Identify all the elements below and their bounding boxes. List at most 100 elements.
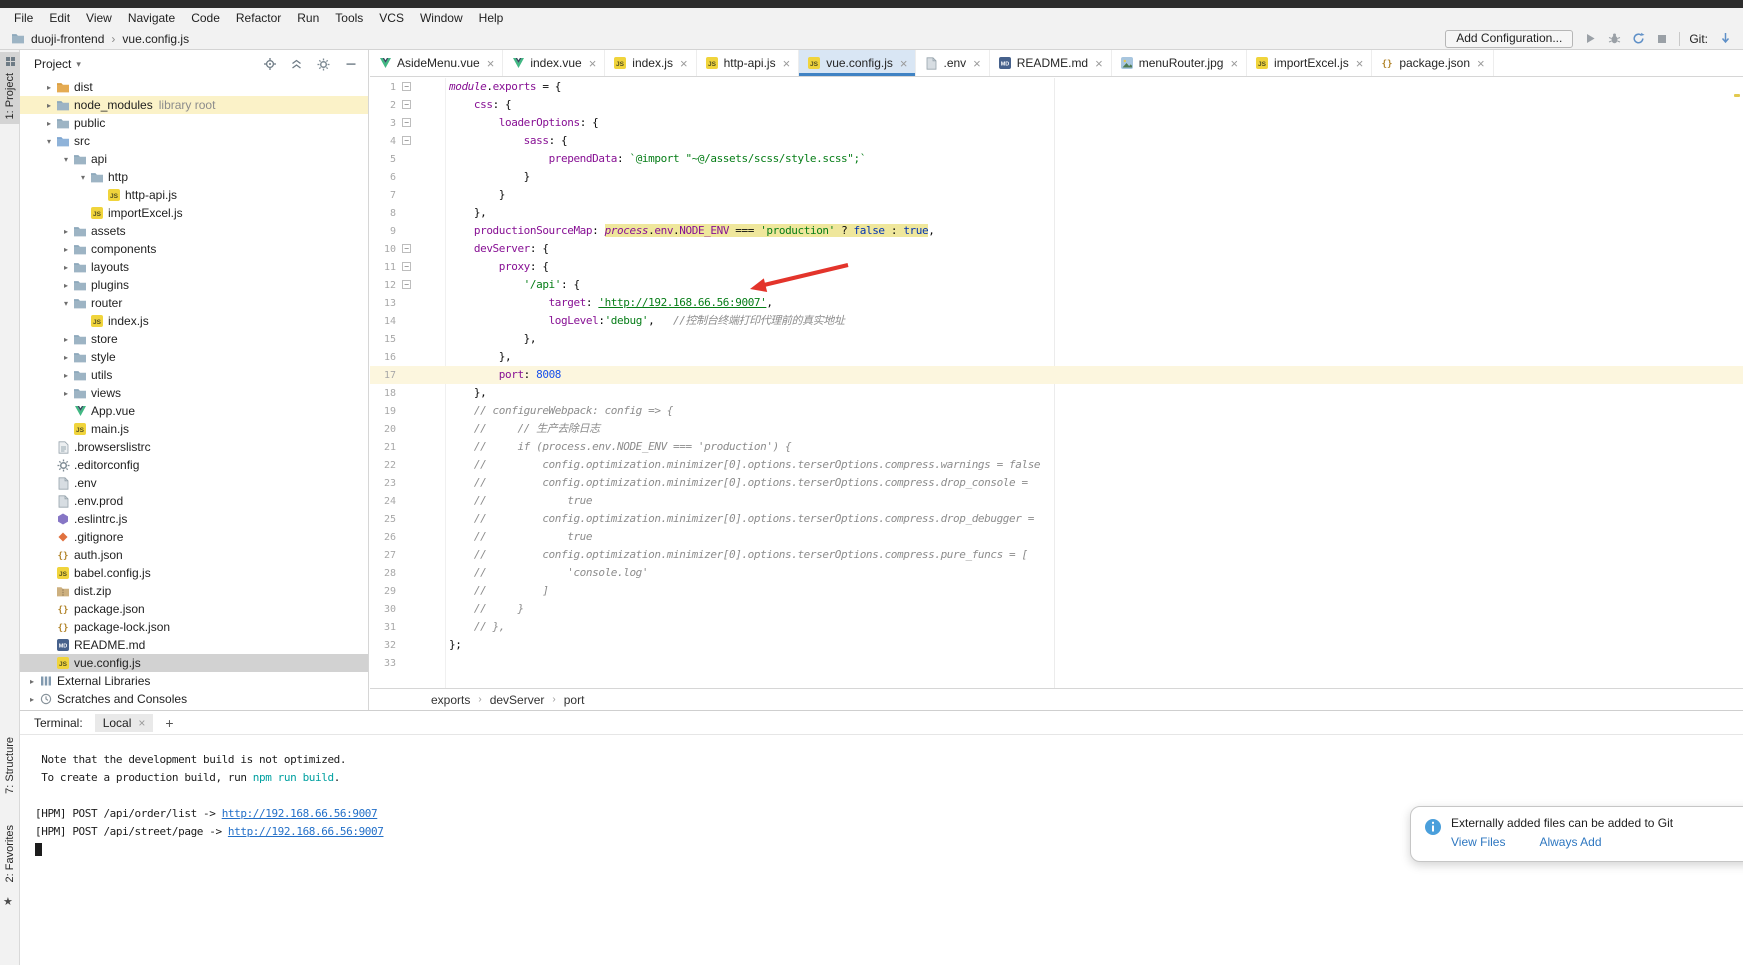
tree-item-package-json[interactable]: {}package.json [20,600,368,618]
close-icon[interactable]: × [138,716,145,730]
chevron-collapsed-icon[interactable]: ▸ [60,353,72,362]
tree-item-http-api-js[interactable]: JShttp-api.js [20,186,368,204]
chevron-collapsed-icon[interactable]: ▸ [60,335,72,344]
chevron-collapsed-icon[interactable]: ▸ [60,263,72,272]
tree-item-env-prod[interactable]: .env.prod [20,492,368,510]
close-icon[interactable]: × [973,56,981,71]
chevron-collapsed-icon[interactable]: ▸ [60,371,72,380]
code-line-23[interactable]: 23 // config.optimization.minimizer[0].o… [370,474,1743,492]
chevron-collapsed-icon[interactable]: ▸ [60,389,72,398]
tree-item-http[interactable]: ▾http [20,168,368,186]
close-icon[interactable]: × [589,56,597,71]
tab-importexcel-js[interactable]: JSimportExcel.js× [1247,50,1372,76]
chevron-collapsed-icon[interactable]: ▸ [60,245,72,254]
menu-refactor[interactable]: Refactor [228,8,289,28]
menu-vcs[interactable]: VCS [371,8,412,28]
code-line-6[interactable]: 6 } [370,168,1743,186]
code-line-10[interactable]: 10− devServer: { [370,240,1743,258]
code-line-28[interactable]: 28 // 'console.log' [370,564,1743,582]
menu-file[interactable]: File [6,8,41,28]
tree-item-babel-config-js[interactable]: JSbabel.config.js [20,564,368,582]
tree-item-utils[interactable]: ▸utils [20,366,368,384]
tree-item-views[interactable]: ▸views [20,384,368,402]
tab-http-api-js[interactable]: JShttp-api.js× [697,50,800,76]
tab-package-json[interactable]: {}package.json× [1372,50,1493,76]
code-line-14[interactable]: 14 logLevel:'debug', //控制台终端打印代理前的真实地址 [370,312,1743,330]
tree-item-style[interactable]: ▸style [20,348,368,366]
tree-item-store[interactable]: ▸store [20,330,368,348]
chevron-expanded-icon[interactable]: ▾ [60,299,72,308]
tree-item-vue-config-js[interactable]: JSvue.config.js [20,654,368,672]
code-line-4[interactable]: 4− sass: { [370,132,1743,150]
tab-vue-config-js[interactable]: JSvue.config.js× [799,50,916,76]
code-line-5[interactable]: 5 prependData: `@import "~@/assets/scss/… [370,150,1743,168]
code-line-26[interactable]: 26 // true [370,528,1743,546]
menu-navigate[interactable]: Navigate [120,8,183,28]
chevron-collapsed-icon[interactable]: ▸ [43,101,55,110]
chevron-collapsed-icon[interactable]: ▸ [26,695,38,704]
tree-item-components[interactable]: ▸components [20,240,368,258]
tree-item-router[interactable]: ▾router [20,294,368,312]
close-icon[interactable]: × [680,56,688,71]
favorites-star-icon[interactable]: ★ [3,895,13,908]
fold-icon[interactable]: − [402,280,411,289]
code-line-21[interactable]: 21 // if (process.env.NODE_ENV === 'prod… [370,438,1743,456]
chevron-collapsed-icon[interactable]: ▸ [43,119,55,128]
code-line-30[interactable]: 30 // } [370,600,1743,618]
code-line-19[interactable]: 19 // configureWebpack: config => { [370,402,1743,420]
tree-item-assets[interactable]: ▸assets [20,222,368,240]
close-icon[interactable]: × [487,56,495,71]
tree-item-eslintrc-js[interactable]: .eslintrc.js [20,510,368,528]
code-line-16[interactable]: 16 }, [370,348,1743,366]
fold-icon[interactable]: − [402,244,411,253]
tree-item-dist[interactable]: ▸dist [20,78,368,96]
code-line-27[interactable]: 27 // config.optimization.minimizer[0].o… [370,546,1743,564]
tab-env[interactable]: .env× [916,50,989,76]
chevron-expanded-icon[interactable]: ▾ [77,173,89,182]
code-line-7[interactable]: 7 } [370,186,1743,204]
chevron-collapsed-icon[interactable]: ▸ [43,83,55,92]
terminal-text[interactable]: http://192.168.66.56:9007 [222,807,378,820]
locate-icon[interactable] [260,56,279,72]
chevron-collapsed-icon[interactable]: ▸ [60,227,72,236]
tool-button-structure[interactable]: 7: Structure [0,732,20,799]
settings-icon[interactable] [314,56,333,72]
menu-window[interactable]: Window [412,8,471,28]
code-line-8[interactable]: 8 }, [370,204,1743,222]
chevron-collapsed-icon[interactable]: ▸ [60,281,72,290]
git-update-icon[interactable] [1717,31,1733,47]
tool-button-favorites[interactable]: 2: Favorites [0,820,20,887]
tree-item-package-lock-json[interactable]: {}package-lock.json [20,618,368,636]
terminal-text[interactable]: http://192.168.66.56:9007 [228,825,384,838]
code-line-20[interactable]: 20 // // 生产去除日志 [370,420,1743,438]
menu-tools[interactable]: Tools [327,8,371,28]
code-line-2[interactable]: 2− css: { [370,96,1743,114]
menu-run[interactable]: Run [289,8,327,28]
tree-item-external-libraries[interactable]: ▸External Libraries [20,672,368,690]
code-line-11[interactable]: 11− proxy: { [370,258,1743,276]
close-icon[interactable]: × [1477,56,1485,71]
breadcrumb-file[interactable]: vue.config.js [122,32,189,46]
code-line-13[interactable]: 13 target: 'http://192.168.66.56:9007', [370,294,1743,312]
close-icon[interactable]: × [1095,56,1103,71]
tab-index-vue[interactable]: index.vue× [503,50,605,76]
code-line-32[interactable]: 32}; [370,636,1743,654]
collapse-all-icon[interactable] [287,56,306,72]
breadcrumb-port[interactable]: port [564,693,585,707]
fold-icon[interactable]: − [402,100,411,109]
notification-link-view-files[interactable]: View Files [1451,835,1505,849]
fold-icon[interactable]: − [402,136,411,145]
close-icon[interactable]: × [1230,56,1238,71]
tree-item-auth-json[interactable]: {}auth.json [20,546,368,564]
tree-item-public[interactable]: ▸public [20,114,368,132]
menu-view[interactable]: View [78,8,120,28]
code-line-3[interactable]: 3− loaderOptions: { [370,114,1743,132]
close-icon[interactable]: × [900,56,908,71]
tree-item-api[interactable]: ▾api [20,150,368,168]
breadcrumb-exports[interactable]: exports [431,693,470,707]
chevron-expanded-icon[interactable]: ▾ [60,155,72,164]
fold-icon[interactable]: − [402,118,411,127]
code-line-25[interactable]: 25 // config.optimization.minimizer[0].o… [370,510,1743,528]
menu-edit[interactable]: Edit [41,8,78,28]
tree-item-node-modules[interactable]: ▸node_moduleslibrary root [20,96,368,114]
